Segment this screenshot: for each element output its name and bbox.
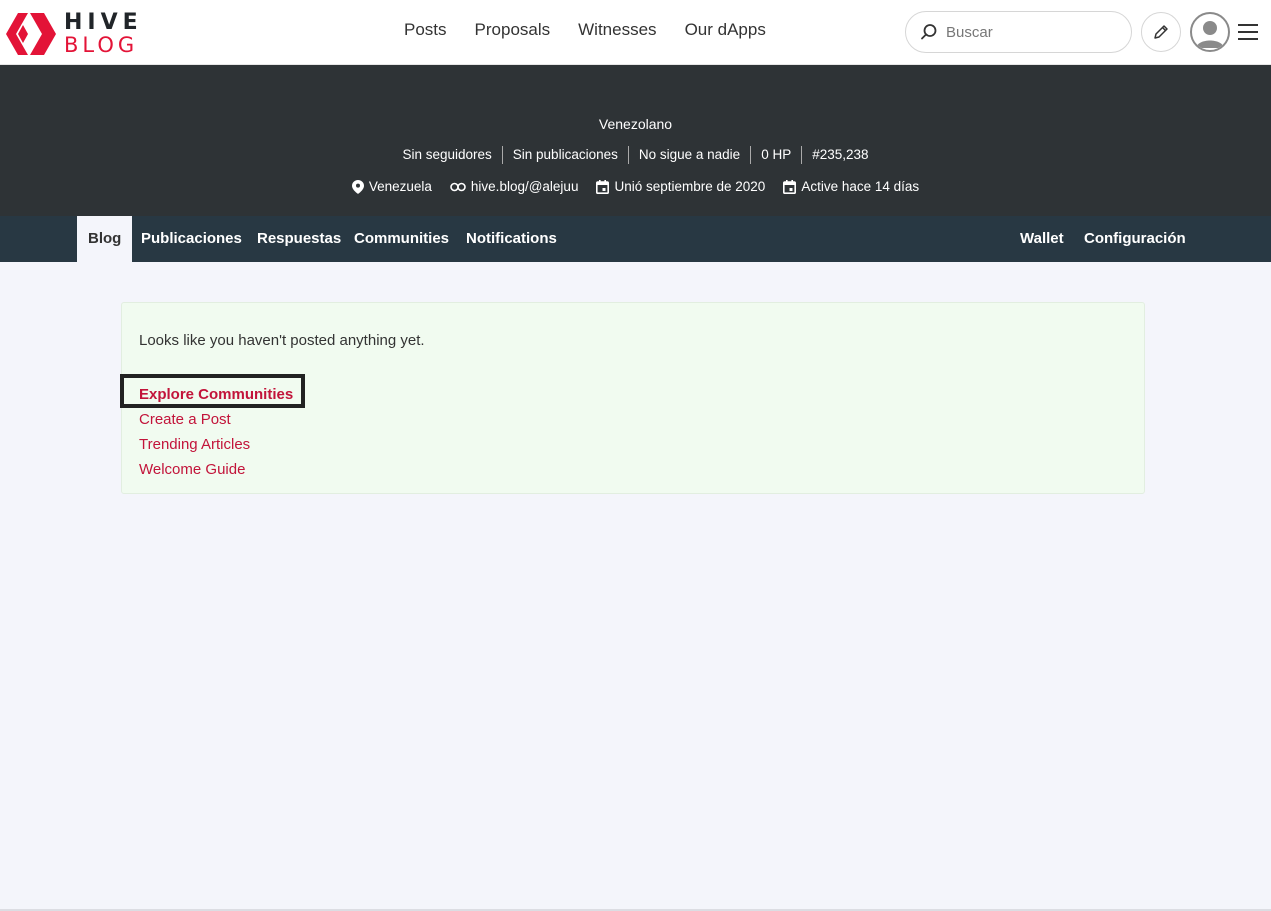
top-header: HIVE BLOG Posts Proposals Witnesses Our … xyxy=(0,0,1271,65)
location-text: Venezuela xyxy=(368,179,432,194)
tab-blog[interactable]: Blog xyxy=(77,216,133,262)
followers-count[interactable]: Sin seguidores xyxy=(392,146,503,164)
active-text: Active hace 14 días xyxy=(801,179,920,194)
profile-stats: Sin seguidores Sin publicaciones No sigu… xyxy=(0,146,1271,164)
calendar-icon xyxy=(783,179,797,194)
hamburger-menu-button[interactable] xyxy=(1237,21,1259,43)
website-link[interactable]: hive.blog/@alejuu xyxy=(471,179,579,194)
hive-blog-logo[interactable]: HIVE BLOG xyxy=(6,9,166,59)
profile-meta: Venezuela hive.blog/@alejuu Unió septiem… xyxy=(0,179,1271,194)
profile-active: Active hace 14 días xyxy=(783,179,919,194)
profile-display-name: Venezolano xyxy=(598,116,673,132)
logo-text-hive: HIVE xyxy=(64,10,143,35)
tab-replies[interactable]: Respuestas xyxy=(257,216,341,262)
create-post-button[interactable] xyxy=(1141,12,1181,52)
posts-count: Sin publicaciones xyxy=(503,146,629,164)
search-icon xyxy=(921,24,937,40)
nav-witnesses[interactable]: Witnesses xyxy=(578,20,656,40)
top-navigation: Posts Proposals Witnesses Our dApps xyxy=(390,20,780,40)
create-post-link[interactable]: Create a Post xyxy=(139,407,293,432)
search-box[interactable] xyxy=(905,11,1132,53)
focus-highlight-box xyxy=(120,374,305,408)
welcome-guide-link[interactable]: Welcome Guide xyxy=(139,457,293,482)
profile-banner: Venezolano Sin seguidores Sin publicacio… xyxy=(0,65,1271,216)
calendar-icon xyxy=(596,179,610,194)
following-count[interactable]: No sigue a nadie xyxy=(629,146,752,164)
trending-articles-link[interactable]: Trending Articles xyxy=(139,432,293,457)
hive-power: 0 HP xyxy=(751,146,803,164)
pencil-icon xyxy=(1154,25,1168,39)
user-rank: #235,238 xyxy=(812,147,869,162)
profile-website[interactable]: hive.blog/@alejuu xyxy=(450,179,579,194)
nav-proposals[interactable]: Proposals xyxy=(475,20,551,40)
tab-settings[interactable]: Configuración xyxy=(1084,216,1186,262)
profile-location: Venezuela xyxy=(351,179,432,194)
location-pin-icon xyxy=(351,179,364,194)
link-icon xyxy=(450,182,466,191)
nav-posts[interactable]: Posts xyxy=(404,20,447,40)
empty-blog-message: Looks like you haven't posted anything y… xyxy=(139,332,425,349)
logo-text-blog: BLOG xyxy=(64,33,139,57)
hamburger-menu-icon xyxy=(1238,24,1258,40)
tab-wallet[interactable]: Wallet xyxy=(1020,216,1064,262)
tab-posts[interactable]: Publicaciones xyxy=(141,216,242,262)
search-input[interactable] xyxy=(946,23,1116,41)
user-avatar-button[interactable] xyxy=(1190,12,1230,52)
joined-text: Unió septiembre de 2020 xyxy=(614,179,766,194)
profile-tabs: Blog Publicaciones Respuestas Communitie… xyxy=(0,216,1271,262)
tab-notifications[interactable]: Notifications xyxy=(466,216,557,262)
user-avatar-icon xyxy=(1196,21,1224,48)
nav-dapps[interactable]: Our dApps xyxy=(685,20,766,40)
profile-joined: Unió septiembre de 2020 xyxy=(596,179,765,194)
hive-logo-icon xyxy=(6,13,56,55)
tab-communities[interactable]: Communities xyxy=(354,216,449,262)
